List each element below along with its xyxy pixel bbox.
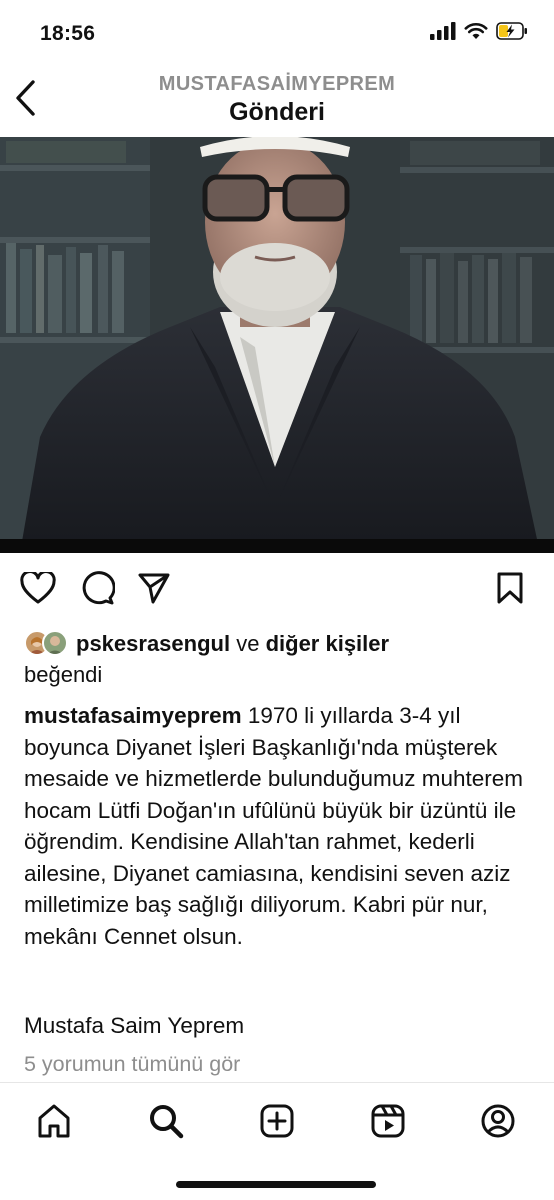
heart-icon bbox=[20, 569, 56, 609]
bookmark-icon bbox=[496, 571, 524, 610]
share-icon bbox=[137, 572, 171, 609]
status-bar: 18:56 bbox=[0, 0, 554, 64]
battery-charging-icon bbox=[496, 22, 528, 45]
liker-username[interactable]: pskesrasengul bbox=[76, 631, 230, 656]
nav-home[interactable] bbox=[32, 1101, 76, 1145]
caption-author[interactable]: mustafasaimyeprem bbox=[24, 703, 242, 728]
avatar bbox=[42, 630, 68, 656]
likes-suffix: beğendi bbox=[24, 662, 103, 687]
share-button[interactable] bbox=[134, 568, 174, 612]
post-actions bbox=[0, 568, 554, 614]
liker-avatars[interactable] bbox=[24, 630, 70, 656]
post-header: MUSTAFASAİMYEPREM Gönderi bbox=[0, 64, 554, 136]
signal-icon bbox=[430, 22, 456, 45]
post-caption: mustafasaimyeprem 1970 li yıllarda 3-4 y… bbox=[24, 700, 536, 952]
nav-profile[interactable] bbox=[476, 1101, 520, 1145]
caption-text: 1970 li yıllarda 3-4 yıl boyunca Diyanet… bbox=[24, 703, 524, 949]
like-button[interactable] bbox=[18, 568, 58, 612]
caption-signature: Mustafa Saim Yeprem bbox=[24, 1013, 245, 1038]
status-time: 18:56 bbox=[40, 22, 96, 45]
likes-others-link[interactable]: diğer kişiler bbox=[266, 631, 390, 656]
page-title: Gönderi bbox=[229, 98, 325, 126]
reels-icon bbox=[370, 1103, 406, 1144]
status-icons bbox=[430, 22, 528, 45]
nav-create-post[interactable] bbox=[255, 1101, 299, 1145]
header-username: MUSTAFASAİMYEPREM bbox=[158, 73, 396, 95]
likes-summary: pskesrasengul ve diğer kişiler beğendi bbox=[24, 628, 534, 690]
home-indicator bbox=[176, 1181, 376, 1188]
likes-connector: ve bbox=[236, 631, 260, 656]
wifi-icon bbox=[464, 22, 488, 45]
save-button[interactable] bbox=[490, 568, 530, 612]
home-icon bbox=[36, 1103, 72, 1144]
bottom-nav bbox=[0, 1082, 554, 1200]
comment-button[interactable] bbox=[78, 568, 118, 612]
comment-icon bbox=[81, 570, 116, 610]
create-post-icon bbox=[259, 1103, 295, 1144]
post-photo[interactable] bbox=[0, 137, 554, 553]
nav-search[interactable] bbox=[144, 1101, 188, 1145]
profile-icon bbox=[480, 1103, 516, 1144]
view-all-comments-link[interactable]: 5 yorumun tümünü gör bbox=[24, 1052, 240, 1077]
nav-reels[interactable] bbox=[366, 1101, 410, 1145]
search-icon bbox=[148, 1103, 184, 1144]
